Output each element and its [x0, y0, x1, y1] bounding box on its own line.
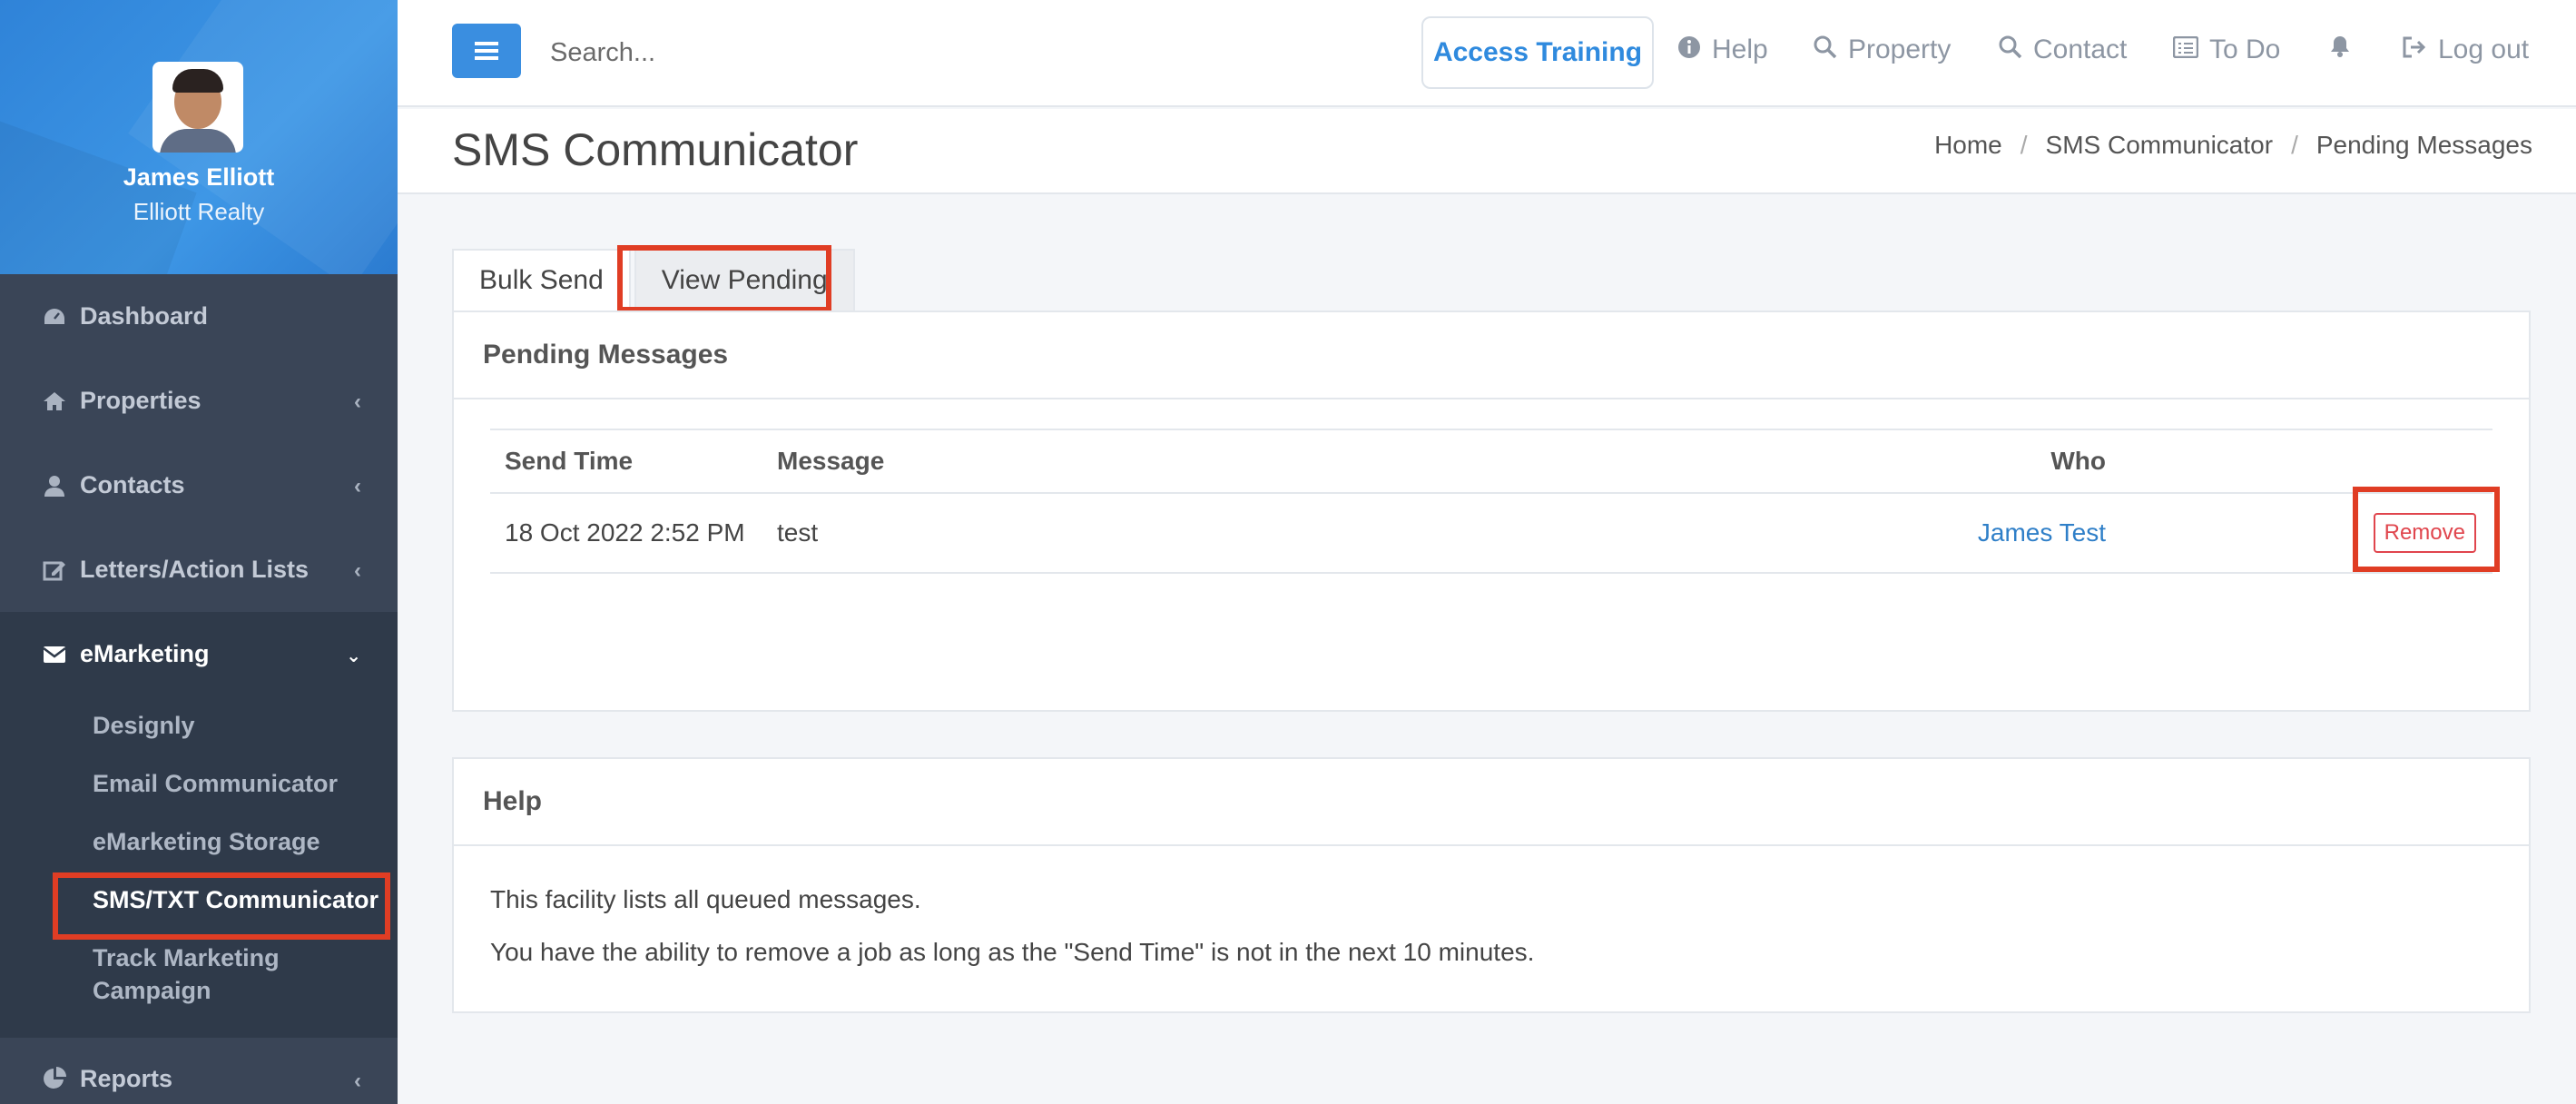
highlight-box-remove: [2353, 487, 2500, 572]
logout-link[interactable]: Log out: [2402, 34, 2529, 65]
highlight-box-view-pending: [617, 245, 831, 312]
sidebar: James Elliott Elliott Realty Dashboard P…: [0, 0, 398, 1104]
top-bar: Access Training Help Property Contact To…: [398, 0, 2576, 107]
who-link[interactable]: James Test: [1978, 518, 2106, 547]
cell-message: test: [762, 493, 1761, 574]
cell-who: James Test: [1761, 493, 2106, 574]
todo-link[interactable]: To Do: [2172, 34, 2280, 65]
pie-chart-icon: [42, 1066, 67, 1091]
home-icon: [42, 389, 67, 414]
tab-bulk-send[interactable]: Bulk Send: [452, 249, 631, 310]
sidebar-nav: Dashboard Properties ‹ Contacts ‹ Letter…: [0, 274, 398, 1104]
pending-messages-table: Send Time Message Who 18 Oct 2022 2:52 P…: [490, 429, 2492, 574]
user-company: Elliott Realty: [133, 198, 265, 225]
pending-messages-panel: Pending Messages Send Time Message Who 1…: [452, 310, 2531, 712]
user-icon: [42, 473, 67, 498]
logout-icon: [2402, 36, 2427, 64]
content-header: SMS Communicator Home / SMS Communicator…: [398, 109, 2576, 194]
envelope-icon: [42, 642, 67, 667]
chevron-left-icon: ‹: [354, 474, 361, 498]
sidebar-item-emarketing[interactable]: eMarketing ⌄: [0, 612, 398, 696]
breadcrumb-home[interactable]: Home: [1934, 131, 2002, 160]
sidebar-item-label: eMarketing: [80, 640, 210, 667]
sidebar-item-properties[interactable]: Properties ‹: [0, 359, 398, 443]
sidebar-item-label: Contacts: [80, 471, 185, 498]
sidebar-item-label: Dashboard: [80, 302, 209, 330]
search-icon: [1814, 35, 1837, 65]
breadcrumb-sms-communicator[interactable]: SMS Communicator: [2046, 131, 2274, 160]
menu-toggle-button[interactable]: [452, 24, 521, 78]
help-link[interactable]: Help: [1677, 34, 1768, 65]
column-header-send-time: Send Time: [490, 429, 762, 494]
column-header-message: Message: [762, 429, 1761, 494]
subnav-item-email-communicator[interactable]: Email Communicator: [0, 754, 398, 813]
info-icon: [1677, 35, 1701, 65]
user-profile: James Elliott Elliott Realty: [0, 0, 398, 274]
subnav-item-emarketing-storage[interactable]: eMarketing Storage: [0, 813, 398, 871]
help-text: This facility lists all queued messages.…: [454, 846, 2529, 979]
help-panel: Help This facility lists all queued mess…: [452, 757, 2531, 1013]
edit-icon: [42, 557, 67, 583]
chevron-left-icon: ‹: [354, 558, 361, 583]
help-line: This facility lists all queued messages.: [490, 885, 921, 913]
property-search-link[interactable]: Property: [1814, 34, 1951, 65]
help-line: You have the ability to remove a job as …: [490, 938, 1535, 966]
highlight-box-sms-communicator: [53, 872, 390, 940]
search-input[interactable]: [550, 27, 1095, 78]
list-icon: [2172, 35, 2199, 64]
subnav-item-designly[interactable]: Designly: [0, 696, 398, 754]
notifications-button[interactable]: [2329, 34, 2362, 64]
user-name: James Elliott: [123, 163, 275, 191]
contact-search-link[interactable]: Contact: [1999, 34, 2127, 65]
chevron-left-icon: ‹: [354, 389, 361, 414]
sidebar-item-reports[interactable]: Reports ‹: [0, 1038, 398, 1104]
sidebar-item-label: Letters/Action Lists: [80, 556, 310, 583]
chevron-down-icon: ⌄: [346, 646, 361, 666]
breadcrumb: Home / SMS Communicator / Pending Messag…: [1934, 131, 2532, 160]
page-title: SMS Communicator: [452, 124, 859, 175]
emarketing-subnav: Designly Email Communicator eMarketing S…: [0, 696, 398, 1038]
search-icon: [1999, 35, 2022, 65]
hamburger-icon: [475, 49, 498, 53]
breadcrumb-current: Pending Messages: [2315, 131, 2532, 159]
column-header-who: Who: [1761, 429, 2106, 494]
cell-send-time: 18 Oct 2022 2:52 PM: [490, 493, 762, 574]
avatar[interactable]: [152, 62, 243, 153]
sidebar-item-label: Properties: [80, 387, 202, 414]
panel-title: Pending Messages: [454, 312, 2529, 399]
dashboard-icon: [42, 304, 67, 330]
panel-title: Help: [454, 759, 2529, 846]
chevron-left-icon: ‹: [354, 1069, 361, 1093]
sidebar-item-label: Reports: [80, 1064, 173, 1092]
sidebar-item-dashboard[interactable]: Dashboard: [0, 274, 398, 359]
bell-icon: [2329, 34, 2351, 64]
subnav-item-track-marketing-campaign[interactable]: Track Marketing Campaign: [0, 929, 398, 1020]
table-row: 18 Oct 2022 2:52 PM test James Test Remo…: [490, 493, 2492, 574]
sidebar-item-contacts[interactable]: Contacts ‹: [0, 443, 398, 527]
access-training-button[interactable]: Access Training: [1421, 16, 1654, 89]
sidebar-item-letters[interactable]: Letters/Action Lists ‹: [0, 527, 398, 612]
